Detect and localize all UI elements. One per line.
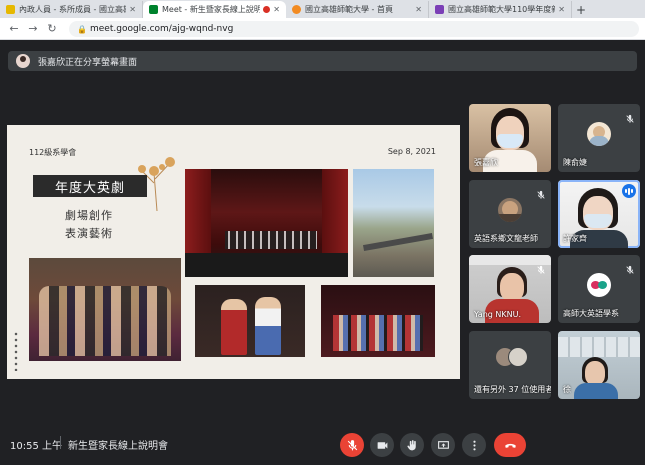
url-text: meet.google.com/ajg-wqnd-nvg <box>90 23 234 34</box>
participant-name: 高師大英語學系 <box>563 309 619 318</box>
end-call-button[interactable] <box>494 433 526 457</box>
mic-off-icon <box>625 260 635 274</box>
participant-name: 英語系鄉文龍老師 <box>474 234 538 243</box>
tab-title: 內政人員 - 系所成員 - 國立高雄師範大學 <box>19 5 126 14</box>
reload-icon[interactable]: ↻ <box>44 21 60 37</box>
meet-favicon-icon <box>149 5 158 14</box>
new-tab-button[interactable]: + <box>572 1 590 18</box>
recording-indicator-icon <box>263 6 271 13</box>
slide-title: 年度大英劇 <box>33 175 147 197</box>
participant-tile[interactable]: Yang NKNU. <box>469 255 551 323</box>
meeting-clock: 10:55 上午 <box>10 441 62 452</box>
divider <box>60 436 61 449</box>
participant-avatar <box>587 122 611 146</box>
participant-tile[interactable]: 徐 <box>558 331 640 399</box>
browser-tab-1[interactable]: 內政人員 - 系所成員 - 國立高雄師範大學 ✕ <box>0 1 143 18</box>
stacked-avatars <box>495 347 529 369</box>
raise-hand-icon <box>406 439 416 450</box>
participant-name: 陳俞婕 <box>563 158 587 167</box>
meet-window: 內政人員 - 系所成員 - 國立高雄師範大學 ✕ Meet - 新生暨家長線上說… <box>0 0 645 465</box>
slide-date: Sep 8, 2021 <box>387 147 436 156</box>
participant-tile[interactable]: 高師大英語學系 <box>558 255 640 323</box>
tab-favicon-icon <box>435 5 444 14</box>
mic-off-icon <box>625 109 635 123</box>
present-now-button[interactable] <box>431 433 455 457</box>
tab-title: 國立高雄師範大學110學年度新生 <box>448 5 555 14</box>
more-options-button[interactable] <box>462 433 486 457</box>
participant-avatar <box>498 198 522 222</box>
tab-close-icon[interactable]: ✕ <box>558 5 565 14</box>
more-participants-tile[interactable]: 還有另外 37 位使用者 <box>469 331 551 399</box>
address-bar[interactable]: 🔒 meet.google.com/ajg-wqnd-nvg <box>69 20 639 37</box>
present-screen-icon <box>437 440 449 449</box>
outdoor-photo <box>353 169 434 277</box>
participant-tile[interactable]: 英語系鄉文龍老師 <box>469 180 551 248</box>
participant-name: Yang NKNU. <box>474 310 521 319</box>
curtain-call-photo <box>321 285 435 357</box>
participant-tile-speaking[interactable]: 許家齊 <box>558 180 640 248</box>
speaking-indicator-icon <box>622 184 636 198</box>
tab-title: 國立高雄師範大學 - 首頁 <box>305 5 393 14</box>
mic-off-icon <box>347 439 357 450</box>
raise-hand-button[interactable] <box>400 433 424 457</box>
screen-share-banner: 張嘉欣正在分享螢幕畫面 <box>8 51 637 71</box>
tab-favicon-icon <box>292 5 301 14</box>
actors-photo <box>195 285 305 357</box>
lock-icon: 🔒 <box>77 24 87 34</box>
tab-close-icon[interactable]: ✕ <box>415 5 422 14</box>
stage-photo <box>185 169 348 277</box>
browser-toolbar: ← → ↻ 🔒 meet.google.com/ajg-wqnd-nvg <box>0 18 645 40</box>
browser-tab-3[interactable]: 國立高雄師範大學 - 首頁 ✕ <box>286 1 429 18</box>
slide-subtitle-2: 表演藝術 <box>65 227 113 240</box>
tab-close-icon[interactable]: ✕ <box>129 5 136 14</box>
tab-title: Meet - 新生暨家長線上說明會 <box>162 5 261 14</box>
share-banner-text: 張嘉欣正在分享螢幕畫面 <box>38 57 138 68</box>
department-logo-avatar <box>587 273 611 297</box>
shared-screen-slide: 112級系學會 Sep 8, 2021 年度大英劇 劇場創作 表演藝術 <box>7 125 460 379</box>
slide-subtitle-1: 劇場創作 <box>65 209 113 222</box>
participant-name: 許家齊 <box>563 234 587 243</box>
more-participants-label: 還有另外 37 位使用者 <box>474 385 551 394</box>
participant-tile[interactable]: 張嘉欣 <box>469 104 551 172</box>
group-photo <box>29 258 181 361</box>
browser-tab-2[interactable]: Meet - 新生暨家長線上說明會 ✕ <box>143 1 286 18</box>
presenter-avatar <box>16 54 30 68</box>
slide-group-label: 112級系學會 <box>29 148 77 157</box>
participant-tile[interactable]: 陳俞婕 <box>558 104 640 172</box>
back-arrow-icon[interactable]: ← <box>6 21 22 37</box>
camera-toggle-button[interactable] <box>370 433 394 457</box>
camera-icon <box>377 441 387 449</box>
mic-off-icon <box>536 185 546 199</box>
browser-tab-4[interactable]: 國立高雄師範大學110學年度新生 ✕ <box>429 1 572 18</box>
tab-favicon-icon <box>6 5 15 14</box>
meeting-title: 新生暨家長線上說明會 <box>68 441 168 452</box>
participant-name: 張嘉欣 <box>474 158 498 167</box>
mic-toggle-button[interactable] <box>340 433 364 457</box>
forward-arrow-icon[interactable]: → <box>25 21 41 37</box>
more-vert-icon <box>472 440 476 450</box>
browser-tab-bar: 內政人員 - 系所成員 - 國立高雄師範大學 ✕ Meet - 新生暨家長線上說… <box>0 0 645 18</box>
meeting-control-bar: 10:55 上午 新生暨家長線上說明會 <box>0 424 645 465</box>
tab-close-icon[interactable]: ✕ <box>273 5 280 14</box>
decorative-dots <box>13 331 19 371</box>
participant-name: 徐 <box>563 385 571 394</box>
end-call-icon <box>504 443 516 448</box>
